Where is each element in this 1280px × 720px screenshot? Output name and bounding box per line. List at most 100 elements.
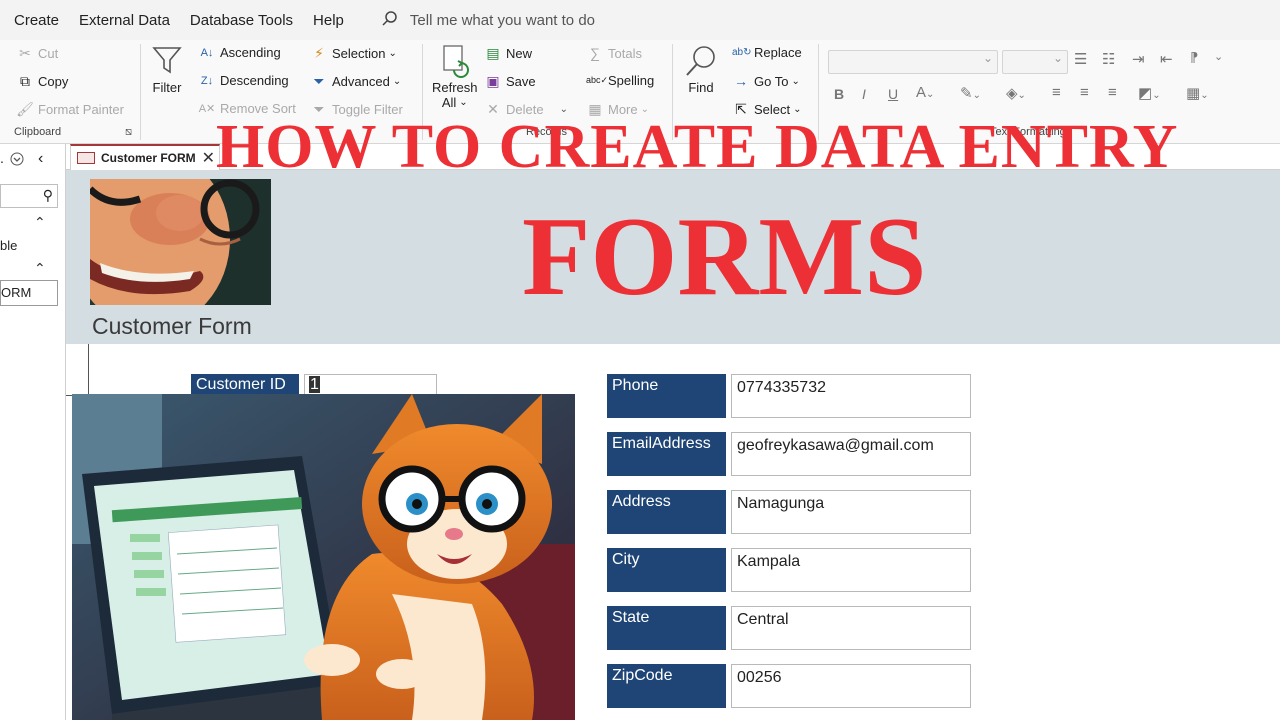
align-right-icon[interactable]: ≡ xyxy=(1108,84,1117,101)
new-record-icon: ▤ xyxy=(486,45,500,61)
customer-id-field[interactable]: 1 xyxy=(304,374,437,396)
ribbon-separator xyxy=(140,44,141,140)
record-selector[interactable] xyxy=(66,344,89,396)
refresh-all-button[interactable]: Refresh All ⌄ xyxy=(432,44,478,110)
scissors-icon: ✂ xyxy=(19,45,31,61)
sort-az-icon: A↓ xyxy=(200,46,214,59)
new-record-button[interactable]: ▤ New xyxy=(484,45,532,62)
spelling-button[interactable]: abc✓ Spelling xyxy=(586,73,654,88)
phone-label: Phone xyxy=(607,374,726,418)
cat-with-laptop-image xyxy=(72,394,575,720)
alternate-row-color-icon[interactable]: ◩⌄ xyxy=(1138,84,1161,102)
menu-help[interactable]: Help xyxy=(303,12,354,29)
city-label: City xyxy=(607,548,726,592)
increase-indent-icon[interactable]: ⇥ xyxy=(1132,50,1145,68)
clipboard-group-label: Clipboard xyxy=(14,126,62,138)
nav-search-input[interactable]: ⚲ xyxy=(0,184,58,208)
refresh-icon xyxy=(440,44,470,80)
gridlines-icon[interactable]: ▦⌄ xyxy=(1186,84,1209,102)
selection-button[interactable]: ⚡ Selection ⌄ xyxy=(310,45,397,62)
save-record-button[interactable]: ▣ Save xyxy=(484,73,535,90)
nav-dot: . xyxy=(0,150,4,166)
tab-label: Customer FORM xyxy=(101,151,196,165)
replace-icon: ab↻ xyxy=(732,47,752,58)
tab-customer-form[interactable]: Customer FORM ✕ xyxy=(70,144,220,170)
font-name-combo[interactable] xyxy=(828,50,998,74)
search-icon xyxy=(382,10,398,30)
format-painter-button[interactable]: 🖌 Format Painter xyxy=(16,101,124,118)
chevron-up-icon[interactable]: ⌃ xyxy=(34,260,46,277)
close-icon[interactable]: ✕ xyxy=(202,148,215,168)
search-icon: ⚲ xyxy=(42,187,53,203)
phone-field[interactable]: 0774335732 xyxy=(731,374,971,418)
italic-button[interactable]: I xyxy=(862,86,866,102)
state-field[interactable]: Central xyxy=(731,606,971,650)
zipcode-field[interactable]: 00256 xyxy=(731,664,971,708)
nav-form-item[interactable]: ORM xyxy=(0,280,58,306)
chevron-up-icon[interactable]: ⌃ xyxy=(34,214,46,231)
fill-color-icon[interactable]: ◈⌄ xyxy=(1006,84,1026,102)
menu-external-data[interactable]: External Data xyxy=(69,12,180,29)
form-title: Customer Form xyxy=(92,313,252,339)
chevron-down-icon: ⌄ xyxy=(459,97,468,108)
menu-create[interactable]: Create xyxy=(0,12,69,29)
address-label: Address xyxy=(607,490,726,534)
state-label: State xyxy=(607,606,726,650)
font-color-icon[interactable]: A⌄ xyxy=(916,84,934,101)
bold-button[interactable]: B xyxy=(834,86,844,102)
paragraph-direction-icon[interactable]: ⁋ xyxy=(1190,50,1198,66)
overlay-title-line2: FORMS xyxy=(522,195,927,319)
sort-ascending-button[interactable]: A↓ Ascending xyxy=(198,45,281,60)
tell-me-box[interactable]: Tell me what you want to do xyxy=(382,10,595,30)
align-center-icon[interactable]: ≡ xyxy=(1080,84,1089,101)
address-field[interactable]: Namagunga xyxy=(731,490,971,534)
copy-button[interactable]: ⧉ Copy xyxy=(16,73,68,90)
chevron-down-icon[interactable]: ⌄ xyxy=(1214,50,1223,63)
remove-sort-icon: A✕ xyxy=(198,103,216,115)
menu-bar: Create External Data Database Tools Help… xyxy=(0,0,1280,40)
nav-menu-chevron-icon[interactable] xyxy=(10,152,24,166)
email-label: EmailAddress xyxy=(607,432,726,476)
customer-id-value: 1 xyxy=(309,376,320,393)
filter-button[interactable]: Filter xyxy=(152,44,182,95)
customer-id-label: Customer ID xyxy=(191,374,299,396)
menu-database-tools[interactable]: Database Tools xyxy=(180,12,303,29)
cartoon-avatar-image xyxy=(90,179,271,305)
find-button[interactable]: Find xyxy=(684,44,718,95)
overlay-title-line1: HOW TO CREATE DATA ENTRY xyxy=(216,113,1179,181)
go-to-button[interactable]: → Go To ⌄ xyxy=(732,73,800,89)
numbered-list-icon[interactable]: ☷ xyxy=(1102,50,1115,68)
email-field[interactable]: geofreykasawa@gmail.com xyxy=(731,432,971,476)
dialog-launcher-icon[interactable]: ⧅ xyxy=(125,126,132,139)
sort-za-icon: Z↓ xyxy=(200,74,214,87)
align-left-icon[interactable]: ≡ xyxy=(1052,84,1061,101)
collapse-pane-icon[interactable]: ‹ xyxy=(38,150,43,168)
copy-icon: ⧉ xyxy=(20,73,30,89)
chevron-down-icon: ⌄ xyxy=(791,75,800,87)
highlight-icon[interactable]: ✎⌄ xyxy=(960,84,981,102)
chevron-down-icon: ⌄ xyxy=(392,76,402,87)
underline-button[interactable]: U xyxy=(888,86,898,102)
chevron-down-icon: ⌄ xyxy=(388,48,397,59)
form-icon xyxy=(77,152,95,164)
selection-filter-icon: ⚡ xyxy=(314,45,324,61)
funnel-icon xyxy=(152,44,182,80)
decrease-indent-icon[interactable]: ⇤ xyxy=(1160,50,1173,68)
font-size-combo[interactable] xyxy=(1002,50,1068,74)
cut-button[interactable]: ✂ Cut xyxy=(16,45,58,62)
totals-button[interactable]: ∑ Totals xyxy=(586,45,642,61)
advanced-button[interactable]: ⏷ Advanced ⌄ xyxy=(310,73,401,90)
sigma-icon: ∑ xyxy=(590,45,600,61)
zipcode-label: ZipCode xyxy=(607,664,726,708)
city-field[interactable]: Kampala xyxy=(731,548,971,592)
paintbrush-icon: 🖌 xyxy=(16,101,34,117)
magnifier-icon xyxy=(684,44,718,80)
replace-button[interactable]: ab↻ Replace xyxy=(732,45,802,60)
advanced-filter-icon: ⏷ xyxy=(313,73,325,89)
nav-table-item[interactable]: ble xyxy=(0,238,17,253)
save-icon: ▣ xyxy=(486,73,500,89)
bullet-list-icon[interactable]: ☰ xyxy=(1074,50,1087,68)
tell-me-text: Tell me what you want to do xyxy=(409,11,596,29)
sort-descending-button[interactable]: Z↓ Descending xyxy=(198,73,289,88)
navigation-pane: . ‹ ⚲ ⌃ ble ⌃ ORM xyxy=(0,144,66,720)
